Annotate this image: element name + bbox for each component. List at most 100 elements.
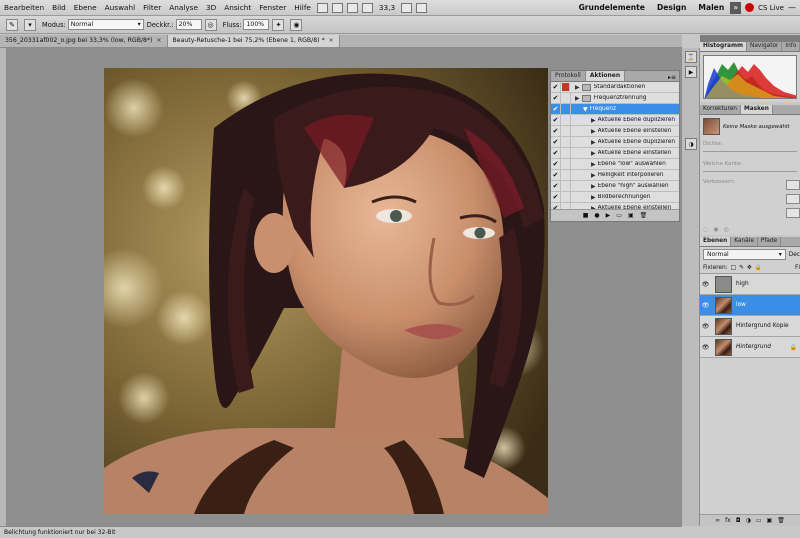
step-triangle-icon[interactable]: ▶ — [591, 117, 596, 124]
workspace-malen[interactable]: Malen — [692, 3, 730, 12]
action-row[interactable]: ✔ ▼ Frequenz — [551, 104, 679, 115]
arrange-documents-icon[interactable] — [401, 2, 413, 13]
step-triangle-icon[interactable]: ▶ — [591, 139, 596, 146]
delete-icon[interactable]: 🗑 — [640, 212, 648, 219]
actions-icon[interactable]: ▶ — [685, 66, 697, 78]
pressure-opacity-icon[interactable]: ◎ — [204, 18, 217, 31]
stop-icon[interactable]: ■ — [583, 212, 589, 219]
action-row[interactable]: ✔ ▶ Aktuelle Ebene einstellen — [551, 126, 679, 137]
menu-filter[interactable]: Filter — [139, 0, 165, 16]
expand-triangle-icon[interactable]: ▼ — [583, 106, 588, 113]
dialog-toggle[interactable] — [562, 83, 570, 91]
check-icon[interactable]: ✔ — [551, 115, 561, 125]
apply-mask-icon[interactable]: ◉ — [713, 226, 718, 233]
menu-bild[interactable]: Bild — [48, 0, 70, 16]
mode-select[interactable]: Normal ▾ — [67, 19, 144, 30]
action-row[interactable]: ✔ ▶ Frequenztrennung — [551, 93, 679, 104]
load-selection-icon[interactable]: ◌ — [703, 226, 708, 233]
disable-mask-icon[interactable]: ◎ — [724, 226, 729, 233]
lock-pixels-icon[interactable]: ✎ — [739, 265, 744, 271]
check-icon[interactable]: ✔ — [551, 170, 561, 180]
cslive-icon[interactable] — [745, 3, 755, 12]
tab-navigator[interactable]: Navigator — [747, 42, 783, 51]
tab-document-1[interactable]: 356_20331af002_o.jpg bei 33,3% (low, RGB… — [0, 35, 168, 47]
menu-hilfe[interactable]: Hilfe — [290, 0, 315, 16]
clone-tool-icon[interactable]: ✎ — [6, 18, 18, 31]
dialog-toggle[interactable] — [561, 126, 571, 136]
tab-ebenen[interactable]: Ebenen — [700, 237, 732, 246]
menu-analyse[interactable]: Analyse — [165, 0, 202, 16]
eye-icon[interactable]: 👁 — [700, 344, 711, 351]
color-range-button[interactable] — [786, 194, 800, 204]
check-icon[interactable]: ✔ — [551, 148, 561, 158]
menu-bearbeiten[interactable]: Bearbeiten — [0, 0, 48, 16]
menu-ansicht[interactable]: Ansicht — [220, 0, 255, 16]
portrait-image[interactable] — [104, 68, 548, 514]
dialog-toggle[interactable] — [561, 137, 571, 147]
check-icon[interactable]: ✔ — [551, 93, 561, 103]
dialog-toggle[interactable] — [561, 104, 571, 114]
tab-histogramm[interactable]: Histogramm — [700, 42, 748, 51]
adjustments-icon[interactable]: ◑ — [685, 138, 697, 150]
history-icon[interactable]: ⌛ — [685, 51, 697, 63]
tab-pfade[interactable]: Pfade — [758, 237, 782, 246]
tab-masken[interactable]: Masken — [740, 105, 773, 114]
tab-document-2[interactable]: Beauty-Retusche-1 bei 75,2% (Ebene 1, RG… — [167, 35, 340, 47]
action-row[interactable]: ✔ ▶ Helligkeit interpolieren — [551, 170, 679, 181]
close-icon[interactable]: × — [156, 35, 161, 47]
dialog-toggle[interactable] — [561, 170, 571, 180]
airbrush-icon[interactable]: ✦ — [272, 18, 285, 31]
check-icon[interactable]: ✔ — [551, 159, 561, 169]
mask-edge-button[interactable] — [786, 180, 800, 190]
zoom-level-icon[interactable] — [361, 2, 373, 13]
more-workspaces-button[interactable]: » — [730, 1, 742, 14]
dialog-toggle[interactable] — [561, 159, 571, 169]
action-row[interactable]: ✔ ▶ Ebene "low" auswählen — [551, 159, 679, 170]
layer-row-hintergrund[interactable]: 👁 Hintergrund 🔒 — [700, 337, 800, 358]
record-icon[interactable]: ● — [594, 212, 599, 219]
opacity-input[interactable]: 20% — [175, 19, 202, 30]
eye-icon[interactable]: 👁 — [700, 302, 711, 309]
extras-icon[interactable] — [346, 2, 358, 13]
adjustment-layer-icon[interactable]: ◑ — [746, 517, 751, 524]
expand-triangle-icon[interactable]: ▶ — [575, 95, 580, 102]
play-icon[interactable]: ▶ — [606, 212, 611, 219]
layer-row-hintergrund-kopie[interactable]: 👁 Hintergrund Kopie — [700, 316, 800, 337]
tab-aktionen[interactable]: Aktionen — [585, 71, 626, 81]
dialog-toggle[interactable] — [561, 115, 571, 125]
panel-menu-icon[interactable]: ▸≡ — [668, 74, 679, 81]
check-icon[interactable]: ✔ — [551, 104, 561, 114]
invert-button[interactable] — [786, 208, 800, 218]
lock-all-icon[interactable]: 🔒 — [755, 265, 762, 271]
tab-korrekturen[interactable]: Korrekturen — [700, 105, 741, 114]
layer-row-low[interactable]: 👁 low — [700, 295, 800, 316]
minimize-icon[interactable]: — — [784, 0, 800, 16]
workspace-design[interactable]: Design — [651, 3, 692, 12]
check-icon[interactable]: ✔ — [551, 82, 561, 92]
step-triangle-icon[interactable]: ▶ — [591, 183, 596, 190]
menu-fenster[interactable]: Fenster — [255, 0, 290, 16]
lock-transparency-icon[interactable]: □ — [731, 265, 736, 271]
delete-layer-icon[interactable]: 🗑 — [777, 517, 785, 524]
zoom-level[interactable]: 33,3 — [375, 0, 399, 16]
density-slider[interactable] — [703, 151, 797, 152]
action-row[interactable]: ✔ ▶ Ebene "high" auswählen — [551, 181, 679, 192]
action-row[interactable]: ✔ ▶ Aktuelle Ebene duplizieren — [551, 137, 679, 148]
step-triangle-icon[interactable]: ▶ — [591, 194, 596, 201]
fx-icon[interactable]: fx — [725, 517, 731, 524]
check-icon[interactable]: ✔ — [551, 181, 561, 191]
feather-slider[interactable] — [703, 171, 797, 172]
step-triangle-icon[interactable]: ▶ — [591, 172, 596, 179]
step-triangle-icon[interactable]: ▶ — [591, 150, 596, 157]
lock-position-icon[interactable]: ✥ — [747, 265, 752, 271]
tab-kanaele[interactable]: Kanäle — [731, 237, 758, 246]
check-icon[interactable]: ✔ — [551, 126, 561, 136]
bridge-icon[interactable] — [316, 2, 328, 13]
pressure-size-icon[interactable]: ◉ — [290, 18, 303, 31]
blend-mode-select[interactable]: Normal ▾ — [703, 249, 786, 260]
action-row[interactable]: ✔ ▶ Bildberechnungen — [551, 192, 679, 203]
minibridge-icon[interactable] — [331, 2, 343, 13]
step-triangle-icon[interactable]: ▶ — [591, 161, 596, 168]
new-set-icon[interactable]: ▭ — [616, 212, 622, 219]
menu-auswahl[interactable]: Auswahl — [101, 0, 140, 16]
